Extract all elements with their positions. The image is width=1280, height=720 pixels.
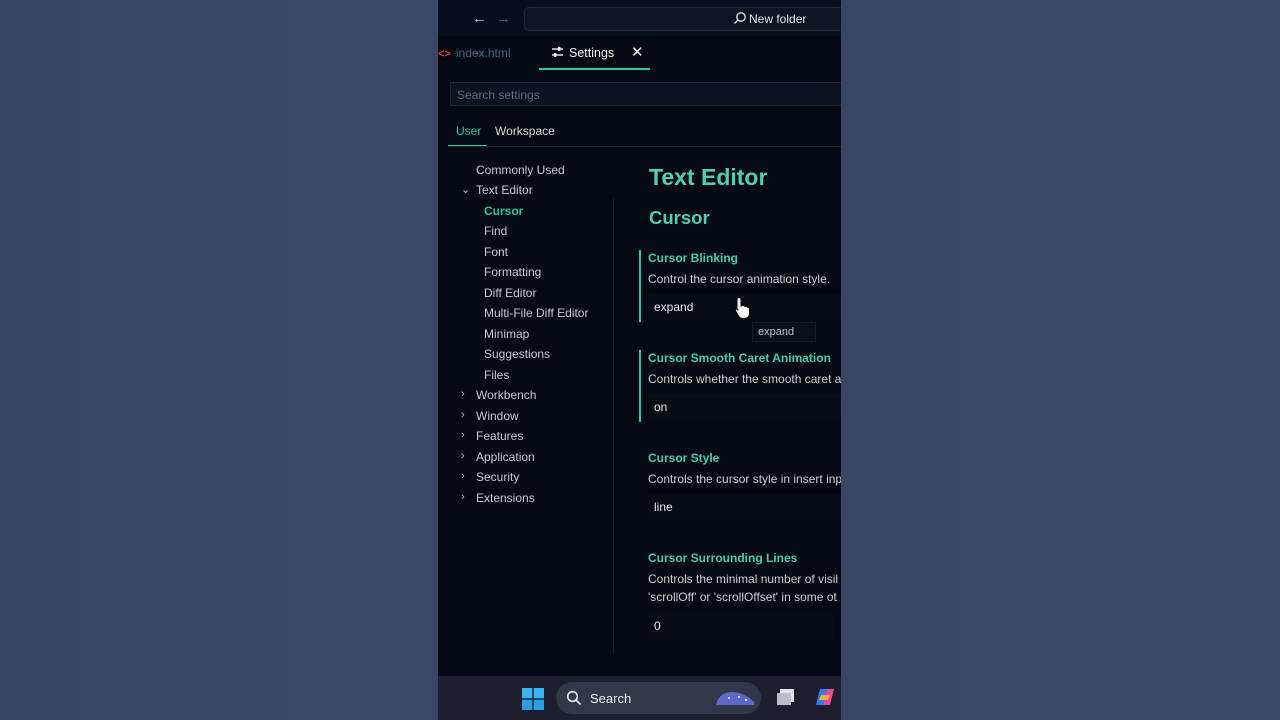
tree-item-commonly-used[interactable]: Commonly Used	[476, 163, 565, 177]
setting-number-input[interactable]: 0	[648, 613, 833, 639]
setting-description: Control the cursor animation style.	[648, 272, 831, 286]
file-explorer-icon[interactable]	[776, 687, 796, 707]
taskbar-search[interactable]: Search	[556, 682, 761, 714]
section-subheading: Cursor	[649, 207, 710, 228]
chevron-right-icon[interactable]: ›	[461, 429, 465, 441]
hand-pointer-icon	[734, 296, 750, 319]
dropdown-tooltip: expand	[752, 322, 816, 342]
chevron-right-icon[interactable]: ›	[461, 450, 465, 462]
tree-item-cursor[interactable]: Cursor	[484, 204, 523, 218]
tree-item-suggestions[interactable]: Suggestions	[484, 347, 550, 361]
tree-item-features[interactable]: Features	[476, 429, 523, 443]
tab-index-html[interactable]: <> index.html	[438, 46, 511, 60]
tree-item-find[interactable]: Find	[484, 224, 507, 238]
setting-dropdown[interactable]: line	[648, 494, 841, 520]
taskbar: Search	[438, 676, 841, 720]
setting-dropdown[interactable]: on	[648, 394, 841, 420]
app-window: ← → New folder <> index.html Settings ✕	[438, 0, 841, 720]
divider	[448, 146, 841, 147]
dropdown-value: line	[654, 500, 673, 514]
pane-divider[interactable]	[613, 198, 614, 654]
dropdown-value: on	[654, 400, 668, 414]
windows-start-icon[interactable]	[522, 688, 544, 710]
command-center-label: New folder	[749, 12, 807, 26]
setting-title: Cursor Smooth Caret Animation	[648, 351, 831, 365]
taskbar-search-label: Search	[590, 691, 632, 706]
modified-indicator	[639, 350, 641, 422]
tree-item-workbench[interactable]: Workbench	[476, 388, 536, 402]
tab-label: Settings	[569, 46, 615, 60]
setting-description: Controls the cursor style in insert inp	[648, 472, 841, 486]
tab-workspace[interactable]: Workspace	[495, 124, 555, 138]
tab-user[interactable]: User	[448, 116, 487, 147]
search-icon	[733, 12, 746, 25]
input-value: 0	[654, 619, 661, 633]
setting-cursor-style: Cursor Style Controls the cursor style i…	[638, 450, 841, 522]
chevron-right-icon[interactable]: ›	[461, 409, 465, 421]
modified-indicator	[639, 250, 641, 322]
close-icon[interactable]: ✕	[631, 43, 644, 61]
tree-item-application[interactable]: Application	[476, 450, 535, 464]
setting-description: Controls the minimal number of visil	[648, 572, 839, 586]
tab-settings[interactable]: Settings ✕	[539, 36, 650, 70]
html-code-icon: <>	[438, 48, 451, 60]
setting-description-line2: 'scrollOff' or 'scrollOffset' in some ot	[648, 590, 837, 604]
setting-title: Cursor Blinking	[648, 251, 739, 265]
search-settings-field[interactable]	[450, 82, 841, 107]
tree-item-security[interactable]: Security	[476, 470, 519, 484]
title-bar: ← → New folder	[438, 0, 841, 36]
setting-description: Controls whether the smooth caret a	[648, 372, 841, 386]
tree-item-diff-editor[interactable]: Diff Editor	[484, 286, 536, 300]
tree-item-formatting[interactable]: Formatting	[484, 265, 541, 279]
tab-label: index.html	[455, 46, 511, 60]
tab-user-label: User	[456, 124, 482, 138]
tree-item-window[interactable]: Window	[476, 409, 519, 423]
chevron-right-icon[interactable]: ›	[461, 470, 465, 482]
chevron-down-icon[interactable]: ⌄	[461, 183, 470, 196]
section-heading: Text Editor	[649, 164, 768, 190]
tree-item-font[interactable]: Font	[484, 245, 508, 259]
tree-item-minimap[interactable]: Minimap	[484, 327, 529, 341]
chevron-right-icon[interactable]: ›	[461, 491, 465, 503]
tooltip-text: expand	[758, 326, 795, 338]
setting-cursor-surrounding-lines: Cursor Surrounding Lines Controls the mi…	[638, 550, 841, 640]
copilot-icon[interactable]	[815, 687, 835, 707]
setting-title: Cursor Surrounding Lines	[648, 551, 798, 565]
setting-cursor-smooth-caret-animation: Cursor Smooth Caret Animation Controls w…	[638, 350, 841, 422]
chevron-right-icon[interactable]: ›	[461, 388, 465, 400]
command-center[interactable]: New folder	[524, 7, 841, 31]
editor-tab-bar: <> index.html Settings ✕	[438, 36, 841, 74]
dropdown-value: expand	[654, 300, 694, 314]
arrow-right-icon[interactable]: →	[496, 10, 511, 27]
search-icon	[566, 690, 582, 706]
tree-item-extensions[interactable]: Extensions	[476, 491, 535, 505]
arrow-left-icon[interactable]: ←	[472, 10, 487, 27]
search-highlight-icon	[716, 692, 754, 705]
tree-item-multi-file-diff-editor[interactable]: Multi-File Diff Editor	[484, 306, 588, 320]
tree-item-text-editor[interactable]: Text Editor	[476, 183, 533, 197]
settings-sliders-icon	[552, 47, 563, 57]
tree-item-files[interactable]: Files	[484, 368, 509, 382]
search-input[interactable]	[451, 83, 841, 107]
setting-title: Cursor Style	[648, 451, 720, 465]
